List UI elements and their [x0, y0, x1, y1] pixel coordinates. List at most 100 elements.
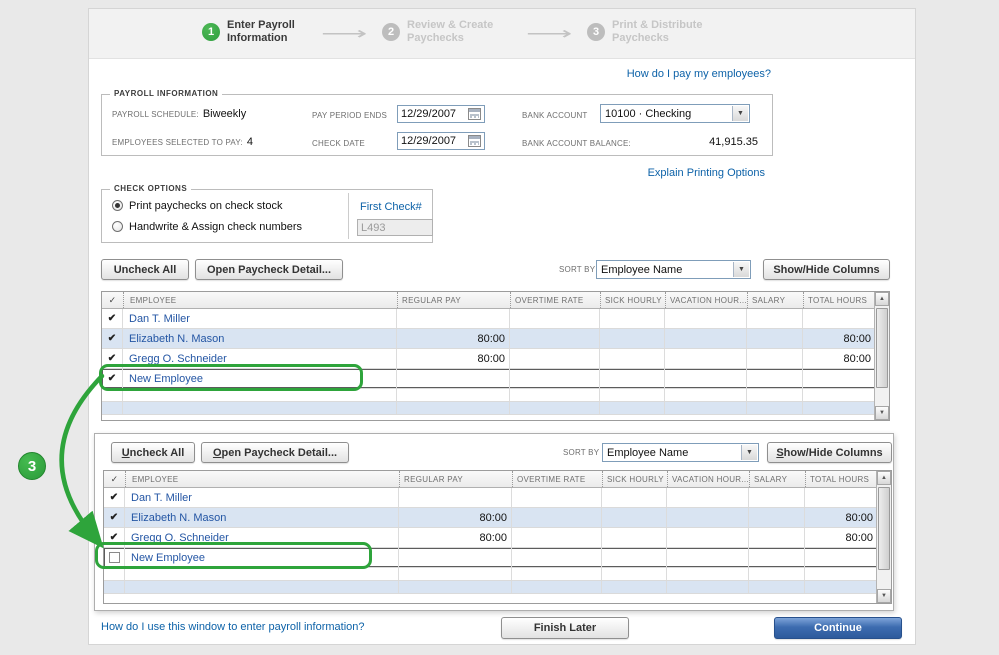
employee-name-link[interactable]: New Employee [123, 369, 397, 388]
row-checkbox[interactable]: ✔ [104, 488, 125, 507]
window-help-link[interactable]: How do I use this window to enter payrol… [101, 621, 365, 633]
row-checkbox[interactable]: ✔ [104, 508, 125, 527]
uncheck-all-button[interactable]: Uncheck All [101, 259, 189, 280]
cell-sick-hourly [602, 548, 667, 567]
header-check: ✓ [104, 471, 125, 487]
empty-row [102, 389, 876, 402]
sort-by-select[interactable]: Employee Name ▼ [602, 443, 759, 462]
step-arrow-icon: ⟶ [321, 24, 367, 44]
pay-period-ends-input[interactable]: 12/29/2007 [397, 105, 485, 123]
cell-total-hours: 80:00 [805, 508, 878, 527]
scroll-thumb[interactable] [876, 308, 888, 388]
scroll-down-button[interactable]: ▼ [875, 406, 889, 420]
cell-vacation [665, 369, 747, 388]
table-row-new-employee[interactable]: New Employee [104, 548, 878, 568]
open-paycheck-detail-button[interactable]: Open Paycheck Detail... [195, 259, 343, 280]
uncheck-all-button[interactable]: Uncheck All [111, 442, 195, 463]
employee-name-link[interactable]: New Employee [125, 548, 399, 567]
row-checkbox[interactable]: ✔ [102, 369, 123, 388]
cell-sick-hourly [600, 349, 665, 368]
check-date-input[interactable]: 12/29/2007 [397, 132, 485, 150]
show-hide-columns-button[interactable]: Show/Hide Columns [767, 442, 892, 463]
row-checkbox[interactable]: ✔ [102, 329, 123, 348]
employee-name-link[interactable]: Elizabeth N. Mason [125, 508, 399, 527]
scroll-down-button[interactable]: ▼ [877, 589, 891, 603]
table-row[interactable]: ✔ Gregg O. Schneider 80:00 80:00 [104, 528, 878, 548]
cell-total-hours: 80:00 [805, 528, 878, 547]
cell-vacation [667, 508, 749, 527]
cell-overtime-rate [512, 528, 602, 547]
cell-vacation [667, 528, 749, 547]
employee-name-link[interactable]: Elizabeth N. Mason [123, 329, 397, 348]
open-paycheck-detail-button[interactable]: Open Paycheck Detail... [201, 442, 349, 463]
explain-printing-options-link[interactable]: Explain Printing Options [648, 167, 765, 179]
cell-overtime-rate [512, 488, 602, 507]
scroll-track[interactable] [875, 306, 889, 406]
scrollbar[interactable]: ▲ ▼ [874, 292, 889, 420]
row-checkbox-unchecked[interactable] [104, 548, 125, 567]
print-paychecks-label[interactable]: Print paychecks on check stock [129, 200, 282, 212]
employee-name-link[interactable]: Gregg O. Schneider [123, 349, 397, 368]
employee-name-link[interactable]: Dan T. Miller [125, 488, 399, 507]
step-2-circle: 2 [382, 23, 400, 41]
row-checkbox[interactable]: ✔ [104, 528, 125, 547]
row-checkbox[interactable]: ✔ [102, 349, 123, 368]
header-overtime-rate: OVERTIME RATE [512, 471, 602, 487]
employee-name-link[interactable]: Gregg O. Schneider [125, 528, 399, 547]
bank-balance-label: BANK ACCOUNT BALANCE: [522, 139, 631, 148]
calendar-icon[interactable] [468, 135, 481, 147]
step-3-circle: 3 [587, 23, 605, 41]
header-total-hours: TOTAL HOURS [803, 292, 876, 308]
table-row[interactable]: ✔ Dan T. Miller [102, 309, 876, 329]
cell-total-hours [803, 309, 876, 328]
first-check-input[interactable]: L493 [357, 219, 433, 236]
cell-regular-pay [397, 369, 510, 388]
header-vacation: VACATION HOUR... [667, 471, 749, 487]
table-row[interactable]: ✔ Elizabeth N. Mason 80:00 80:00 [102, 329, 876, 349]
table-row[interactable]: ✔ Dan T. Miller [104, 488, 878, 508]
dropdown-arrow-icon[interactable]: ▼ [732, 106, 748, 121]
empty-row [102, 402, 876, 415]
cell-salary [749, 508, 805, 527]
table-header: ✓ EMPLOYEE REGULAR PAY OVERTIME RATE SIC… [102, 292, 876, 309]
cell-salary [749, 548, 805, 567]
handwrite-checks-label[interactable]: Handwrite & Assign check numbers [129, 221, 302, 233]
cell-salary [747, 369, 803, 388]
bank-account-select[interactable]: 10100 · Checking ▼ [600, 104, 750, 123]
scroll-thumb[interactable] [878, 487, 890, 570]
table-row[interactable]: ✔ Gregg O. Schneider 80:00 80:00 [102, 349, 876, 369]
dropdown-arrow-icon[interactable]: ▼ [741, 445, 757, 460]
scroll-up-button[interactable]: ▲ [875, 292, 889, 306]
sort-by-select[interactable]: Employee Name ▼ [596, 260, 751, 279]
scroll-track[interactable] [877, 485, 891, 589]
continue-button[interactable]: Continue [774, 617, 902, 639]
calendar-icon[interactable] [468, 108, 481, 120]
cell-vacation [665, 349, 747, 368]
cell-overtime-rate [512, 548, 602, 567]
step-1-circle: 1 [202, 23, 220, 41]
cell-sick-hourly [600, 329, 665, 348]
dropdown-arrow-icon[interactable]: ▼ [733, 262, 749, 277]
cell-total-hours [803, 369, 876, 388]
row-checkbox[interactable]: ✔ [102, 309, 123, 328]
scrollbar[interactable]: ▲ ▼ [876, 471, 891, 603]
cell-regular-pay [399, 548, 512, 567]
screen: 1 Enter Payroll Information ⟶ 2 Review &… [0, 0, 999, 655]
cell-regular-pay: 80:00 [397, 329, 510, 348]
cell-regular-pay: 80:00 [399, 528, 512, 547]
header-regular-pay: REGULAR PAY [397, 292, 510, 308]
how-do-i-pay-link[interactable]: How do I pay my employees? [627, 68, 771, 80]
header-sick-hourly: SICK HOURLY [602, 471, 667, 487]
table-row-new-employee[interactable]: ✔ New Employee [102, 369, 876, 389]
print-paychecks-radio[interactable] [112, 200, 123, 211]
scroll-up-button[interactable]: ▲ [877, 471, 891, 485]
cell-salary [749, 488, 805, 507]
cell-overtime-rate [510, 329, 600, 348]
handwrite-checks-radio[interactable] [112, 221, 123, 232]
finish-later-button[interactable]: Finish Later [501, 617, 629, 639]
show-hide-columns-button[interactable]: Show/Hide Columns [763, 259, 890, 280]
step-3-label: Print & Distribute Paychecks [612, 19, 702, 45]
employee-name-link[interactable]: Dan T. Miller [123, 309, 397, 328]
table-row[interactable]: ✔ Elizabeth N. Mason 80:00 80:00 [104, 508, 878, 528]
cell-vacation [667, 488, 749, 507]
